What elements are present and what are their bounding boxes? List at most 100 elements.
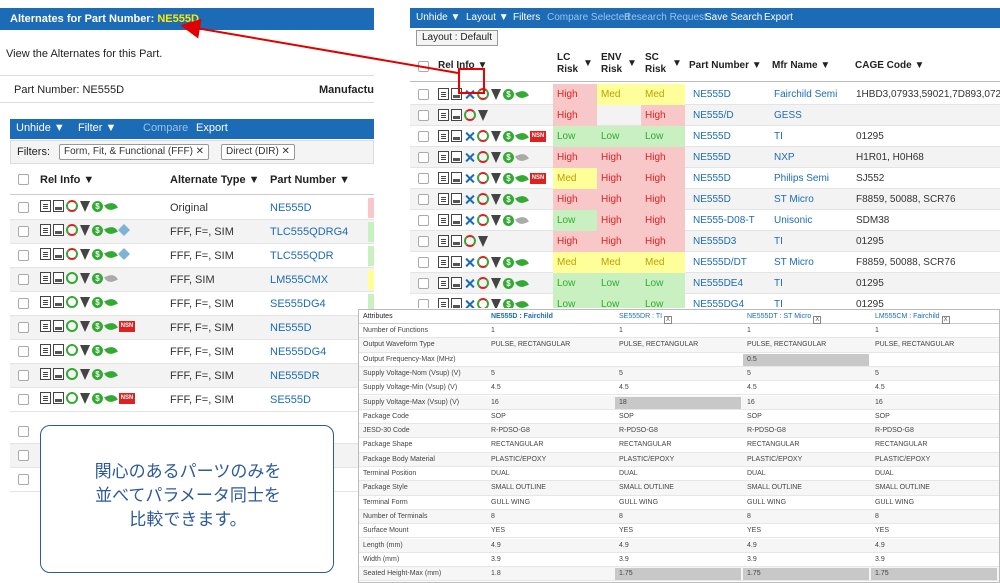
compare-button[interactable]: Compare [143, 122, 188, 134]
pdf-icon[interactable] [451, 193, 462, 205]
leaf-icon[interactable] [515, 151, 529, 163]
cross-reference-icon[interactable] [464, 299, 475, 309]
row-checkbox[interactable] [18, 394, 29, 405]
document-icon[interactable] [438, 151, 449, 163]
layout-selector[interactable]: Layout : Default [416, 30, 499, 46]
cross-reference-icon[interactable] [464, 278, 475, 289]
export-button[interactable]: Export [764, 12, 793, 23]
cage-code-column-header[interactable]: CAGE Code ▼ [855, 60, 924, 71]
pdf-icon[interactable] [451, 172, 462, 184]
row-checkbox[interactable] [18, 450, 29, 461]
pdf-icon[interactable] [53, 296, 64, 309]
pdf-icon[interactable] [53, 392, 64, 405]
part-number-link[interactable]: NE555D [270, 322, 312, 334]
pdf-icon[interactable] [53, 344, 64, 357]
lifecycle-icon[interactable] [477, 214, 489, 226]
compare-col-4-label[interactable]: LM555CM : Fairchild [875, 313, 940, 320]
dollar-icon[interactable]: $ [503, 214, 514, 226]
filter-triangle-icon[interactable] [80, 368, 90, 380]
document-icon[interactable] [40, 296, 51, 309]
part-number-link[interactable]: NE555DG4 [689, 294, 744, 308]
manufacturer-link[interactable]: TI [770, 231, 783, 252]
lifecycle-icon[interactable] [477, 130, 489, 142]
dollar-icon[interactable]: $ [503, 172, 514, 184]
lifecycle-icon[interactable] [477, 277, 489, 289]
leaf-icon[interactable] [515, 130, 529, 142]
pdf-icon[interactable] [451, 277, 462, 289]
lifecycle-icon[interactable] [477, 193, 489, 205]
dollar-icon[interactable]: $ [503, 256, 514, 268]
lifecycle-icon[interactable] [477, 172, 489, 184]
document-icon[interactable] [438, 109, 449, 121]
filter-triangle-icon[interactable] [80, 248, 90, 260]
filter-triangle-icon[interactable] [491, 256, 501, 268]
part-number-link[interactable]: NE555DE4 [689, 273, 743, 294]
pdf-icon[interactable] [53, 320, 64, 333]
leaf-icon[interactable] [104, 392, 118, 404]
document-icon[interactable] [40, 392, 51, 405]
sc-risk-header-line2[interactable]: Risk [645, 64, 666, 75]
leaf-icon[interactable] [515, 214, 529, 226]
document-icon[interactable] [438, 130, 449, 142]
close-icon[interactable]: X [664, 316, 673, 324]
part-number-link[interactable]: TLC555QDRG4 [270, 226, 348, 238]
pdf-icon[interactable] [451, 214, 462, 226]
part-number-link[interactable]: NE555D [689, 189, 731, 210]
part-number-link[interactable]: NE555-D08-T [689, 210, 755, 231]
row-checkbox[interactable] [18, 426, 29, 437]
lc-sort-icon[interactable]: ▼ [583, 58, 593, 69]
lifecycle-icon[interactable] [66, 272, 78, 285]
manufacturer-link[interactable]: NXP [770, 147, 795, 168]
dollar-icon[interactable]: $ [92, 224, 103, 236]
manufacturer-link[interactable]: TI [770, 126, 783, 147]
nsn-badge-icon[interactable]: NSN [530, 130, 546, 142]
part-number-link[interactable]: NE555D [689, 147, 731, 168]
document-icon[interactable] [40, 272, 51, 285]
dollar-icon[interactable]: $ [92, 272, 103, 284]
leaf-icon[interactable] [515, 277, 529, 289]
leaf-icon[interactable] [104, 320, 118, 332]
compare-col-2-label[interactable]: SE555DR : TI [619, 313, 662, 320]
row-checkbox[interactable] [18, 474, 29, 485]
leaf-icon[interactable] [104, 248, 118, 260]
document-icon[interactable] [40, 224, 51, 237]
leaf-icon[interactable] [104, 296, 118, 308]
dollar-icon[interactable]: $ [503, 151, 514, 163]
cross-reference-icon[interactable] [464, 215, 475, 226]
filter-triangle-icon[interactable] [491, 277, 501, 289]
row-checkbox[interactable] [418, 236, 429, 247]
row-checkbox[interactable] [18, 226, 29, 237]
lifecycle-icon[interactable] [66, 296, 78, 309]
pdf-icon[interactable] [53, 272, 64, 285]
lifecycle-icon[interactable] [477, 256, 489, 268]
dollar-icon[interactable]: $ [503, 193, 514, 205]
filter-triangle-icon[interactable] [491, 298, 501, 308]
filter-triangle-icon[interactable] [491, 214, 501, 226]
part-number-link[interactable]: TLC555QDR [270, 250, 334, 262]
part-number-link[interactable]: NE555DG4 [270, 346, 326, 358]
pdf-icon[interactable] [451, 298, 462, 308]
document-icon[interactable] [40, 320, 51, 333]
manufacturer-link[interactable]: TI [770, 294, 783, 308]
save-search-button[interactable]: Save Search [705, 12, 762, 23]
filter-triangle-icon[interactable] [80, 200, 90, 212]
document-icon[interactable] [438, 256, 449, 268]
cross-reference-icon[interactable] [464, 152, 475, 163]
close-icon[interactable]: X [941, 316, 950, 324]
part-number-link[interactable]: NE555D [689, 84, 731, 105]
row-checkbox[interactable] [18, 202, 29, 213]
layout-button[interactable]: Layout ▼ [466, 12, 509, 23]
filter-chip-dir[interactable]: Direct (DIR) ✕ [221, 144, 295, 160]
part-number-link[interactable]: NE555D3 [689, 231, 736, 252]
document-icon[interactable] [40, 368, 51, 381]
env-sort-icon[interactable]: ▼ [627, 58, 637, 69]
cross-reference-icon[interactable] [464, 194, 475, 205]
document-icon[interactable] [40, 344, 51, 357]
row-checkbox[interactable] [418, 173, 429, 184]
filter-triangle-icon[interactable] [80, 392, 90, 404]
lifecycle-icon[interactable] [66, 224, 78, 237]
manufacturer-link[interactable]: Unisonic [770, 210, 812, 231]
cross-reference-icon[interactable] [464, 173, 475, 184]
filter-triangle-icon[interactable] [478, 235, 488, 247]
row-checkbox[interactable] [18, 346, 29, 357]
